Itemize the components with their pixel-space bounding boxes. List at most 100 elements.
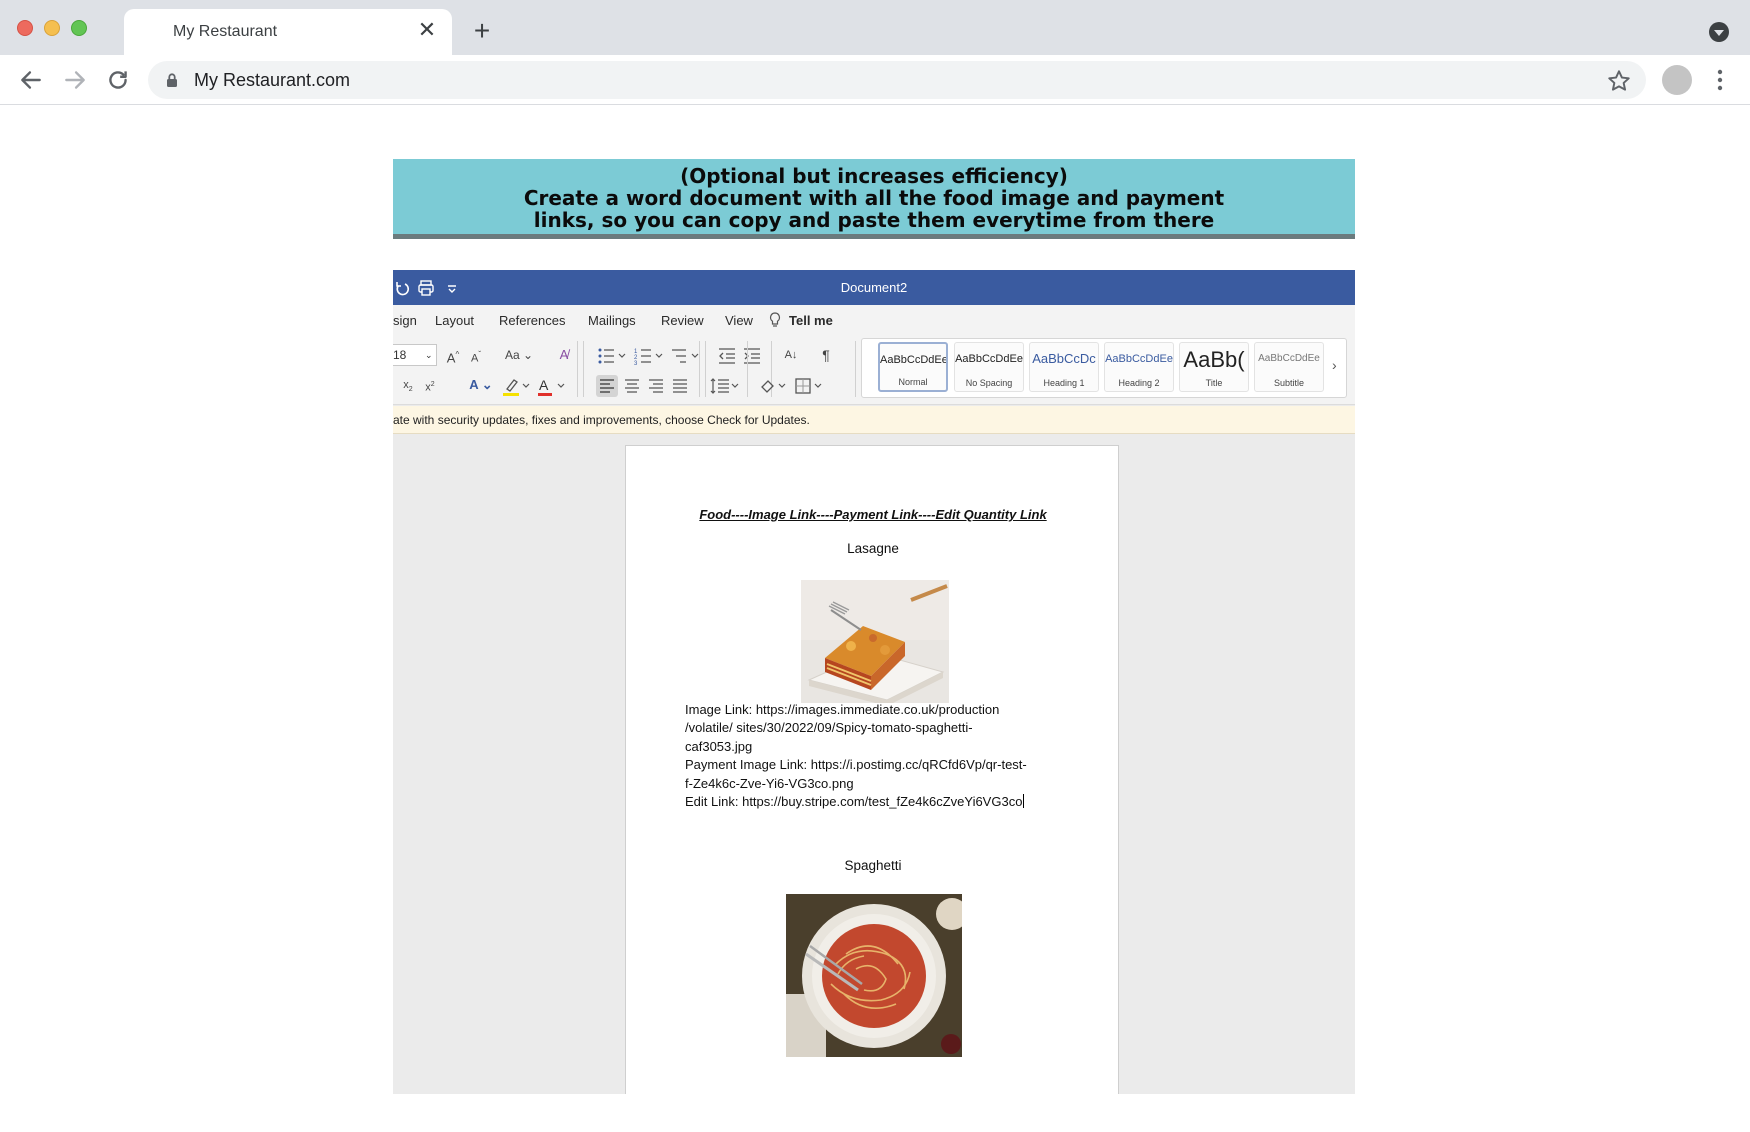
lasagne-image xyxy=(801,580,949,703)
tab-close-icon[interactable]: ✕ xyxy=(415,18,439,42)
food-name: Lasagne xyxy=(847,541,899,556)
edit-link-text: Edit Link: https://buy.stripe.com/test_f… xyxy=(685,794,1023,810)
style-name: Normal xyxy=(898,377,928,387)
style-heading-2[interactable]: AaBbCcDdEe Heading 2 xyxy=(1104,342,1174,392)
payment-link-line: Payment Image Link: https://i.postimg.cc… xyxy=(685,757,1027,773)
tab-title: My Restaurant xyxy=(173,23,278,40)
word-title-bar: Document2 xyxy=(393,270,1355,305)
document-heading: Food----Image Link----Payment Link----Ed… xyxy=(699,507,1047,522)
tab-references[interactable]: References xyxy=(499,313,565,328)
style-sample: AaBbCcDdEe xyxy=(1105,353,1173,365)
spaghetti-image xyxy=(786,894,962,1057)
lock-icon xyxy=(167,73,177,87)
borders-icon[interactable] xyxy=(793,375,823,397)
ribbon-separator xyxy=(705,341,706,397)
style-name: No Spacing xyxy=(965,378,1013,388)
document-page[interactable]: Food----Image Link----Payment Link----Ed… xyxy=(625,445,1119,1094)
tab-view[interactable]: View xyxy=(725,313,753,328)
banner-line: Create a word document with all the food… xyxy=(523,186,1225,210)
home-ribbon: 18 ⌄ A^ Aˇ Aa ⌄ A̸ 123 A↓ ¶ x2 x2 A ⌄ A … xyxy=(393,335,1355,405)
style-title[interactable]: AaBb( Title xyxy=(1179,342,1249,392)
change-case-icon[interactable]: Aa ⌄ xyxy=(503,344,535,366)
highlight-color-icon[interactable] xyxy=(501,375,531,397)
increase-indent-icon[interactable] xyxy=(741,345,763,367)
ribbon-separator xyxy=(583,341,584,397)
align-left-icon[interactable] xyxy=(596,375,618,397)
style-heading-1[interactable]: AaBbCcDc Heading 1 xyxy=(1029,342,1099,392)
numbering-icon[interactable]: 123 xyxy=(633,345,663,367)
ribbon-separator xyxy=(747,341,748,397)
bookmark-star-icon[interactable] xyxy=(1606,68,1632,94)
reload-icon[interactable] xyxy=(105,67,131,93)
subscript-icon[interactable]: x2 xyxy=(397,374,419,396)
tab-design[interactable]: sign xyxy=(393,313,417,328)
instruction-banner: (Optional but increases efficiency) Crea… xyxy=(393,159,1355,239)
decrease-indent-icon[interactable] xyxy=(716,345,738,367)
image-link-line: /volatile/ sites/30/2022/09/Spicy-tomato… xyxy=(685,720,973,736)
tell-me-search[interactable]: Tell me xyxy=(789,313,833,328)
browser-tab[interactable]: My Restaurant ✕ xyxy=(124,9,452,55)
style-sample: AaBb( xyxy=(1183,347,1245,372)
address-bar[interactable]: My Restaurant.com xyxy=(148,61,1646,99)
sort-icon[interactable]: A↓ xyxy=(780,344,802,366)
justify-icon[interactable] xyxy=(669,375,691,397)
align-center-icon[interactable] xyxy=(621,375,643,397)
grow-font-icon[interactable]: A^ xyxy=(442,344,464,366)
back-arrow-icon[interactable] xyxy=(18,67,44,93)
lasagne-links: Image Link: https://images.immediate.co.… xyxy=(685,701,1065,811)
browser-tab-bar: My Restaurant ✕ + xyxy=(0,0,1750,55)
svg-text:A: A xyxy=(539,377,549,393)
chevron-down-icon: ⌄ xyxy=(425,350,433,360)
font-size-select[interactable]: 18 ⌄ xyxy=(393,344,437,366)
svg-text:3: 3 xyxy=(634,361,638,367)
window-minimize-button[interactable] xyxy=(44,20,60,36)
style-sample: AaBbCcDdEe xyxy=(1258,353,1320,364)
window-maximize-button[interactable] xyxy=(71,20,87,36)
style-name: Heading 1 xyxy=(1043,378,1085,388)
style-name: Title xyxy=(1205,378,1223,388)
edit-link-line: Edit Link: https://buy.stripe.com/test_f… xyxy=(685,793,1065,811)
update-message-bar: ate with security updates, fixes and imp… xyxy=(393,406,1355,434)
new-tab-icon[interactable]: + xyxy=(468,17,496,46)
superscript-icon[interactable]: x2 xyxy=(419,374,441,396)
ribbon-separator xyxy=(699,341,700,397)
style-subtitle[interactable]: AaBbCcDdEe Subtitle xyxy=(1254,342,1324,392)
multilevel-list-icon[interactable] xyxy=(669,345,699,367)
font-size-value: 18 xyxy=(393,348,407,362)
font-color-icon[interactable]: A xyxy=(536,375,566,397)
window-close-button[interactable] xyxy=(17,20,33,36)
ribbon-separator xyxy=(855,341,856,397)
style-name: Heading 2 xyxy=(1118,378,1160,388)
tab-mailings[interactable]: Mailings xyxy=(588,313,636,328)
more-menu-icon[interactable] xyxy=(1710,67,1730,93)
ribbon-separator xyxy=(577,341,578,397)
clear-formatting-icon[interactable]: A̸ xyxy=(553,344,575,366)
align-right-icon[interactable] xyxy=(645,375,667,397)
styles-scroll-right-icon[interactable]: › xyxy=(1332,357,1337,373)
shading-icon[interactable] xyxy=(757,375,787,397)
tab-layout[interactable]: Layout xyxy=(435,313,474,328)
profile-avatar[interactable] xyxy=(1662,65,1692,95)
forward-arrow-icon[interactable] xyxy=(62,67,88,93)
browser-toolbar: My Restaurant.com xyxy=(0,55,1750,105)
image-link-line: caf3053.jpg xyxy=(685,738,753,754)
style-name: Subtitle xyxy=(1273,378,1305,388)
tab-review[interactable]: Review xyxy=(661,313,704,328)
style-sample: AaBbCcDdEe xyxy=(880,354,948,366)
line-spacing-icon[interactable] xyxy=(709,375,739,397)
tab-search-icon[interactable] xyxy=(1709,22,1729,42)
url-text: My Restaurant.com xyxy=(194,70,351,90)
image-link-line: Image Link: https://images.immediate.co.… xyxy=(685,702,1000,717)
document-title: Document2 xyxy=(840,280,908,295)
word-ribbon-tabs: sign Layout References Mailings Review V… xyxy=(393,305,1355,335)
food-name: Spaghetti xyxy=(844,858,902,873)
style-normal[interactable]: AaBbCcDdEe Normal xyxy=(878,342,948,392)
text-effects-icon[interactable]: A ⌄ xyxy=(466,374,496,396)
shrink-font-icon[interactable]: Aˇ xyxy=(465,344,487,366)
banner-line: links, so you can copy and paste them ev… xyxy=(533,208,1215,232)
style-no-spacing[interactable]: AaBbCcDdEe No Spacing xyxy=(954,342,1024,392)
lightbulb-icon xyxy=(769,312,781,327)
bullets-icon[interactable] xyxy=(596,345,626,367)
banner-line: (Optional but increases efficiency) xyxy=(680,164,1068,188)
show-formatting-marks-icon[interactable]: ¶ xyxy=(815,344,837,366)
